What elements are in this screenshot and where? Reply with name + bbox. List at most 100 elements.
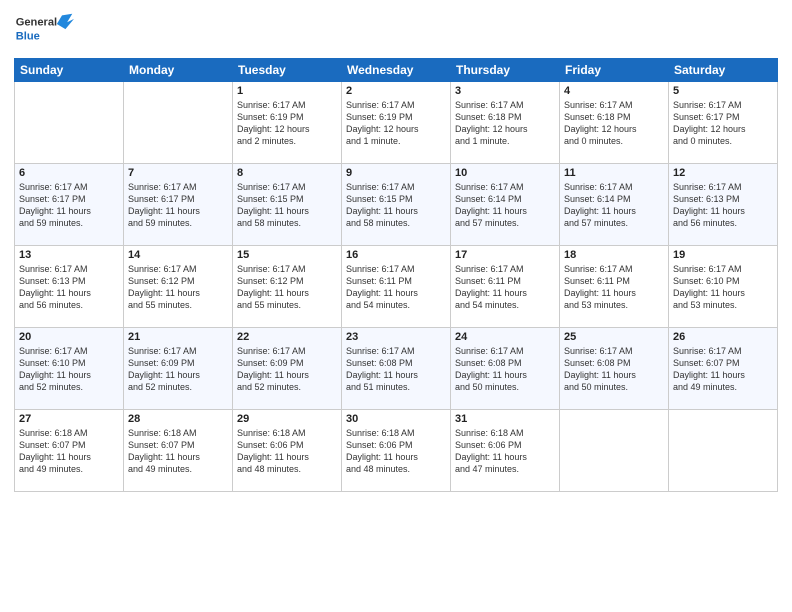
calendar-cell: 18 Sunrise: 6:17 AM Sunset: 6:11 PM Dayli… [560,246,669,328]
day-number: 6 [19,167,119,179]
day-info: Sunrise: 6:18 AM Sunset: 6:06 PM Dayligh… [455,427,555,476]
calendar-cell: 4 Sunrise: 6:17 AM Sunset: 6:18 PM Daylig… [560,82,669,164]
calendar-cell: 22 Sunrise: 6:17 AM Sunset: 6:09 PM Dayli… [233,328,342,410]
calendar-cell: 16 Sunrise: 6:17 AM Sunset: 6:11 PM Dayli… [342,246,451,328]
day-info: Sunrise: 6:17 AM Sunset: 6:18 PM Dayligh… [564,99,664,148]
calendar-body: 1 Sunrise: 6:17 AM Sunset: 6:19 PM Daylig… [15,82,778,492]
day-info: Sunrise: 6:17 AM Sunset: 6:09 PM Dayligh… [237,345,337,394]
weekday-header-sunday: Sunday [15,59,124,82]
calendar-cell: 17 Sunrise: 6:17 AM Sunset: 6:11 PM Dayli… [451,246,560,328]
day-number: 19 [673,249,773,261]
calendar-cell: 12 Sunrise: 6:17 AM Sunset: 6:13 PM Dayli… [669,164,778,246]
day-info: Sunrise: 6:17 AM Sunset: 6:12 PM Dayligh… [237,263,337,312]
svg-text:General: General [16,17,57,29]
calendar-cell: 31 Sunrise: 6:18 AM Sunset: 6:06 PM Dayli… [451,410,560,492]
day-info: Sunrise: 6:17 AM Sunset: 6:08 PM Dayligh… [564,345,664,394]
day-info: Sunrise: 6:17 AM Sunset: 6:19 PM Dayligh… [237,99,337,148]
calendar-cell [560,410,669,492]
day-info: Sunrise: 6:17 AM Sunset: 6:12 PM Dayligh… [128,263,228,312]
calendar-week-3: 13 Sunrise: 6:17 AM Sunset: 6:13 PM Dayli… [15,246,778,328]
calendar-cell: 7 Sunrise: 6:17 AM Sunset: 6:17 PM Daylig… [124,164,233,246]
calendar-cell: 21 Sunrise: 6:17 AM Sunset: 6:09 PM Dayli… [124,328,233,410]
day-number: 5 [673,85,773,97]
day-info: Sunrise: 6:18 AM Sunset: 6:06 PM Dayligh… [237,427,337,476]
calendar-cell [669,410,778,492]
day-number: 12 [673,167,773,179]
calendar-cell: 1 Sunrise: 6:17 AM Sunset: 6:19 PM Daylig… [233,82,342,164]
day-number: 7 [128,167,228,179]
calendar-cell [124,82,233,164]
day-info: Sunrise: 6:17 AM Sunset: 6:08 PM Dayligh… [346,345,446,394]
day-number: 13 [19,249,119,261]
calendar-cell: 27 Sunrise: 6:18 AM Sunset: 6:07 PM Dayli… [15,410,124,492]
day-number: 20 [19,331,119,343]
calendar-week-2: 6 Sunrise: 6:17 AM Sunset: 6:17 PM Daylig… [15,164,778,246]
day-info: Sunrise: 6:18 AM Sunset: 6:07 PM Dayligh… [128,427,228,476]
day-info: Sunrise: 6:17 AM Sunset: 6:11 PM Dayligh… [346,263,446,312]
day-number: 14 [128,249,228,261]
day-number: 15 [237,249,337,261]
calendar-cell: 25 Sunrise: 6:17 AM Sunset: 6:08 PM Dayli… [560,328,669,410]
calendar-cell: 20Sunrise: 6:17 AM Sunset: 6:10 PM Dayli… [15,328,124,410]
day-number: 28 [128,413,228,425]
day-number: 8 [237,167,337,179]
day-info: Sunrise: 6:17 AM Sunset: 6:18 PM Dayligh… [455,99,555,148]
calendar-week-5: 27 Sunrise: 6:18 AM Sunset: 6:07 PM Dayli… [15,410,778,492]
svg-text:Blue: Blue [16,30,40,42]
weekday-header-friday: Friday [560,59,669,82]
day-number: 22 [237,331,337,343]
day-number: 10 [455,167,555,179]
day-info: Sunrise: 6:17 AM Sunset: 6:11 PM Dayligh… [564,263,664,312]
calendar-cell: 19 Sunrise: 6:17 AM Sunset: 6:10 PM Dayli… [669,246,778,328]
day-info: Sunrise: 6:17 AM Sunset: 6:08 PM Dayligh… [455,345,555,394]
calendar-cell: 8Sunrise: 6:17 AM Sunset: 6:15 PM Daylig… [233,164,342,246]
day-info: Sunrise: 6:17 AM Sunset: 6:13 PM Dayligh… [673,181,773,230]
day-number: 11 [564,167,664,179]
day-number: 3 [455,85,555,97]
day-info: Sunrise: 6:17 AM Sunset: 6:17 PM Dayligh… [128,181,228,230]
weekday-header-tuesday: Tuesday [233,59,342,82]
day-number: 31 [455,413,555,425]
day-number: 21 [128,331,228,343]
calendar-table: SundayMondayTuesdayWednesdayThursdayFrid… [14,58,778,492]
day-info: Sunrise: 6:17 AM Sunset: 6:14 PM Dayligh… [564,181,664,230]
day-number: 9 [346,167,446,179]
page-header: General Blue [14,10,778,50]
calendar-cell: 6 Sunrise: 6:17 AM Sunset: 6:17 PM Daylig… [15,164,124,246]
calendar-cell: 26Sunrise: 6:17 AM Sunset: 6:07 PM Dayli… [669,328,778,410]
day-info: Sunrise: 6:17 AM Sunset: 6:17 PM Dayligh… [19,181,119,230]
day-info: Sunrise: 6:18 AM Sunset: 6:06 PM Dayligh… [346,427,446,476]
day-number: 1 [237,85,337,97]
calendar-cell: 24 Sunrise: 6:17 AM Sunset: 6:08 PM Dayli… [451,328,560,410]
calendar-cell: 15 Sunrise: 6:17 AM Sunset: 6:12 PM Dayli… [233,246,342,328]
calendar-cell: 29 Sunrise: 6:18 AM Sunset: 6:06 PM Dayli… [233,410,342,492]
calendar-cell [15,82,124,164]
day-number: 30 [346,413,446,425]
day-number: 29 [237,413,337,425]
day-number: 17 [455,249,555,261]
day-number: 16 [346,249,446,261]
day-info: Sunrise: 6:17 AM Sunset: 6:17 PM Dayligh… [673,99,773,148]
day-info: Sunrise: 6:17 AM Sunset: 6:09 PM Dayligh… [128,345,228,394]
weekday-header-row: SundayMondayTuesdayWednesdayThursdayFrid… [15,59,778,82]
day-info: Sunrise: 6:17 AM Sunset: 6:11 PM Dayligh… [455,263,555,312]
day-number: 4 [564,85,664,97]
day-number: 24 [455,331,555,343]
calendar-cell: 28 Sunrise: 6:18 AM Sunset: 6:07 PM Dayli… [124,410,233,492]
logo-icon: General Blue [14,10,74,50]
day-info: Sunrise: 6:18 AM Sunset: 6:07 PM Dayligh… [19,427,119,476]
calendar-cell: 2Sunrise: 6:17 AM Sunset: 6:19 PM Daylig… [342,82,451,164]
day-number: 23 [346,331,446,343]
weekday-header-thursday: Thursday [451,59,560,82]
day-number: 25 [564,331,664,343]
day-info: Sunrise: 6:17 AM Sunset: 6:10 PM Dayligh… [673,263,773,312]
day-info: Sunrise: 6:17 AM Sunset: 6:13 PM Dayligh… [19,263,119,312]
day-info: Sunrise: 6:17 AM Sunset: 6:07 PM Dayligh… [673,345,773,394]
day-number: 18 [564,249,664,261]
day-info: Sunrise: 6:17 AM Sunset: 6:19 PM Dayligh… [346,99,446,148]
calendar-cell: 14 Sunrise: 6:17 AM Sunset: 6:12 PM Dayli… [124,246,233,328]
calendar-cell: 3 Sunrise: 6:17 AM Sunset: 6:18 PM Daylig… [451,82,560,164]
day-number: 27 [19,413,119,425]
calendar-cell: 5 Sunrise: 6:17 AM Sunset: 6:17 PM Daylig… [669,82,778,164]
day-info: Sunrise: 6:17 AM Sunset: 6:14 PM Dayligh… [455,181,555,230]
